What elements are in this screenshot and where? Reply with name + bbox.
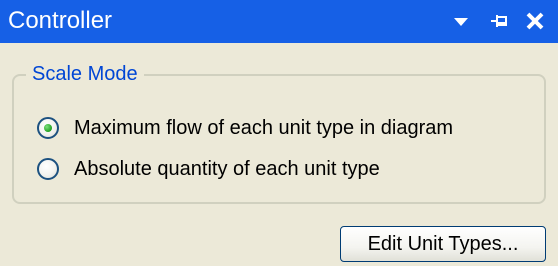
radio-button-selected[interactable]: [37, 117, 59, 139]
radio-label-absolute-quantity: Absolute quantity of each unit type: [74, 157, 380, 180]
window-menu-button[interactable]: [446, 6, 476, 36]
close-icon: [526, 12, 544, 30]
edit-unit-types-button[interactable]: Edit Unit Types...: [340, 226, 546, 262]
title-bar: Controller: [0, 0, 558, 43]
controller-panel: Controller Scale Mode Maximum flow of ea…: [0, 0, 558, 266]
scale-mode-legend: Scale Mode: [26, 61, 144, 87]
auto-hide-pin-button[interactable]: [486, 6, 516, 36]
radio-absolute-quantity[interactable]: Absolute quantity of each unit type: [37, 154, 380, 184]
dropdown-arrow-icon: [454, 18, 468, 26]
radio-button-unselected[interactable]: [37, 158, 59, 180]
close-button[interactable]: [520, 6, 550, 36]
radio-label-maximum-flow: Maximum flow of each unit type in diagra…: [74, 116, 454, 139]
pin-icon: [491, 15, 507, 27]
panel-title: Controller: [8, 7, 113, 34]
radio-maximum-flow[interactable]: Maximum flow of each unit type in diagra…: [37, 113, 453, 143]
radio-selected-dot: [44, 124, 52, 132]
